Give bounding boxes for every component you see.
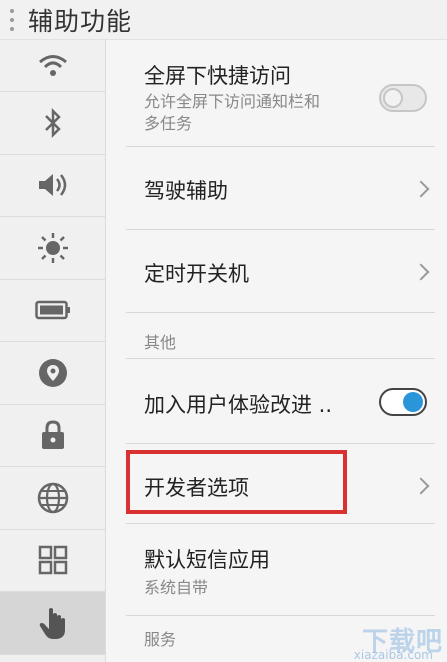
watermark-url: xiazaiba.com: [353, 648, 433, 662]
toggle-knob: [383, 88, 403, 108]
brightness-icon: [37, 232, 68, 263]
apps-grid-icon: [38, 546, 67, 575]
sidebar-item-apps[interactable]: [0, 530, 105, 592]
sidebar-item-language[interactable]: [0, 467, 105, 530]
location-icon: [38, 358, 67, 387]
list-item-developer-options[interactable]: 开发者选项: [126, 444, 435, 524]
bluetooth-icon: [44, 107, 61, 138]
list-item-driving-assist[interactable]: 驾驶辅助: [126, 147, 435, 230]
row-title: 驾驶辅助: [144, 179, 228, 203]
row-title: 加入用户体验改进 ..: [144, 393, 333, 417]
sidebar-item-bluetooth[interactable]: [0, 92, 105, 155]
row-subtitle: 系统自带: [144, 578, 209, 597]
sidebar-item-volume[interactable]: [0, 155, 105, 217]
list-item-default-sms[interactable]: 默认短信应用 系统自带: [126, 524, 435, 616]
globe-icon: [37, 482, 68, 513]
list-item-scheduled-power[interactable]: 定时开关机: [126, 230, 435, 313]
chevron-right-icon: [412, 477, 430, 495]
section-header-other: 其他: [126, 313, 435, 359]
hand-gesture-icon: [39, 607, 65, 639]
row-title: 定时开关机: [144, 262, 249, 286]
battery-icon: [34, 301, 70, 320]
list-item-fullscreen-access[interactable]: 全屏下快捷访问 允许全屏下访问通知栏和 多任务: [126, 40, 435, 147]
sidebar-item-location[interactable]: [0, 342, 105, 405]
volume-icon: [38, 174, 66, 197]
list-item-ux-program[interactable]: 加入用户体验改进 ..: [126, 359, 435, 444]
sidebar-item-battery[interactable]: [0, 280, 105, 342]
sidebar: [0, 40, 106, 662]
app-header: 辅助功能: [0, 0, 447, 40]
section-label: 其他: [144, 333, 177, 352]
sidebar-item-wifi[interactable]: [0, 40, 105, 92]
ux-program-toggle[interactable]: [379, 388, 427, 416]
sidebar-item-display[interactable]: [0, 217, 105, 280]
settings-list: 全屏下快捷访问 允许全屏下访问通知栏和 多任务 驾驶辅助 定时开关机 其他 加入…: [106, 40, 447, 662]
drawer-handle-icon[interactable]: [6, 8, 18, 31]
page-title: 辅助功能: [28, 6, 133, 36]
row-title: 全屏下快捷访问: [144, 64, 291, 88]
toggle-knob: [403, 392, 423, 412]
wifi-icon: [38, 54, 67, 76]
chevron-right-icon: [412, 180, 430, 198]
lock-icon: [41, 420, 64, 450]
fullscreen-access-toggle[interactable]: [379, 84, 427, 112]
row-subtitle-continued: 多任务: [144, 114, 193, 133]
chevron-right-icon: [412, 263, 430, 281]
sidebar-item-accessibility[interactable]: [0, 592, 105, 655]
section-header-service: 服务: [144, 630, 177, 649]
row-subtitle: 允许全屏下访问通知栏和: [144, 92, 321, 111]
sidebar-item-security[interactable]: [0, 405, 105, 467]
row-title: 开发者选项: [144, 476, 249, 500]
row-title: 默认短信应用: [144, 548, 270, 572]
